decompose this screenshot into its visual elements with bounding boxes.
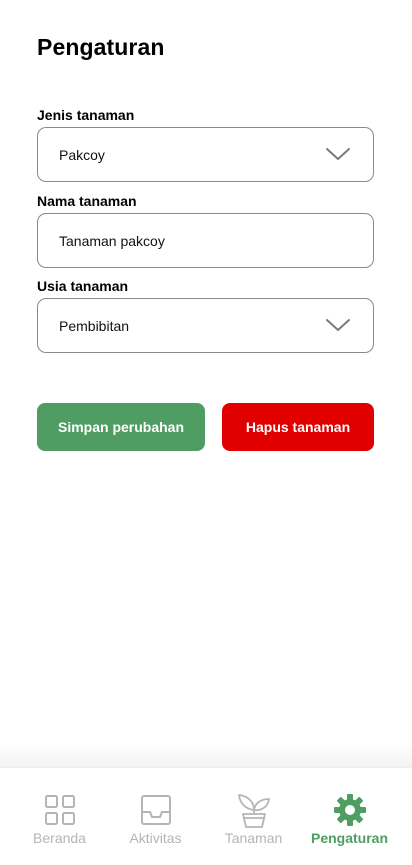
- settings-screen: Pengaturan Jenis tanaman Pakcoy Nama tan…: [0, 0, 412, 865]
- plant-type-label: Jenis tanaman: [37, 107, 135, 123]
- plant-type-select[interactable]: Pakcoy: [37, 127, 374, 182]
- nav-item-pengaturan[interactable]: Pengaturan: [298, 768, 401, 865]
- nav-label-aktivitas: Aktivitas: [129, 830, 182, 846]
- nav-label-tanaman: Tanaman: [224, 830, 283, 846]
- plant-age-label: Usia tanaman: [37, 278, 129, 294]
- nav-label-pengaturan: Pengaturan: [310, 830, 388, 846]
- plant-type-value: Pakcoy: [59, 146, 105, 163]
- chevron-down-icon: [326, 148, 350, 160]
- plant-name-label: Nama tanaman: [37, 193, 137, 209]
- nav-item-aktivitas[interactable]: Aktivitas: [104, 768, 207, 865]
- nav-item-tanaman[interactable]: Tanaman: [202, 768, 305, 865]
- plant-name-value: Tanaman pakcoy: [59, 232, 165, 249]
- plant-age-value: Pembibitan: [59, 317, 130, 334]
- inbox-icon: [140, 795, 171, 825]
- save-changes-button[interactable]: Simpan perubahan: [37, 403, 205, 451]
- gear-icon: [333, 794, 366, 826]
- bottom-nav-shadow: [0, 742, 412, 768]
- plant-icon: [237, 794, 270, 828]
- grid-icon: [44, 795, 75, 825]
- nav-label-beranda: Beranda: [33, 830, 86, 846]
- plant-age-select[interactable]: Pembibitan: [37, 298, 374, 353]
- delete-plant-button[interactable]: Hapus tanaman: [222, 403, 374, 451]
- page-title: Pengaturan: [37, 34, 165, 60]
- plant-name-input[interactable]: Tanaman pakcoy: [37, 213, 374, 268]
- chevron-down-icon: [326, 319, 350, 331]
- bottom-nav: Beranda Aktivitas Tanaman Pengaturan: [0, 767, 412, 865]
- nav-item-beranda[interactable]: Beranda: [8, 768, 111, 865]
